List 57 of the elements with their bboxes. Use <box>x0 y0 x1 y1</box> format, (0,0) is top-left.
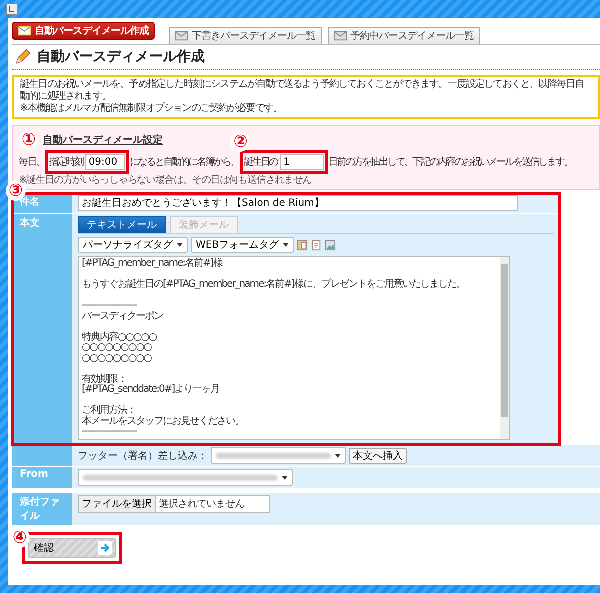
text-line: バースディクーポン <box>82 312 164 322</box>
annotation-number: ① <box>19 130 39 150</box>
row-label: From <box>12 467 72 488</box>
file-button[interactable]: ファイルを選択 <box>79 496 156 512</box>
envelope-icon <box>175 31 188 41</box>
text-line: ○○○○○○○○○ <box>82 354 153 364</box>
page-title: 自動バースディメール作成 <box>37 48 205 66</box>
app-icon <box>6 3 18 15</box>
file-status: 選択されていません <box>158 498 244 511</box>
pencil-icon <box>14 48 32 66</box>
days-field[interactable]: 1 <box>280 154 324 170</box>
text-line: [#PTAG_senddate:0#]より一ヶ月 <box>82 385 221 396</box>
label-text: 誕生日の <box>244 156 278 169</box>
envelope-icon <box>334 31 346 41</box>
text-line: 本メールをスタッフにお見せください。 <box>82 416 245 427</box>
row-label: 添付ファイル <box>12 493 72 525</box>
document-icon[interactable] <box>311 240 322 250</box>
time-field[interactable]: 09:00 <box>84 154 125 170</box>
sender-dropdown[interactable] <box>78 469 293 486</box>
signature-dropdown[interactable] <box>211 447 346 464</box>
editor-tab[interactable]: テキストメール <box>78 216 166 233</box>
caret-icon <box>335 454 341 458</box>
tab[interactable]: 予約中バースデイメール一覧 <box>328 27 480 44</box>
text-line: [#PTAG_member_name:名前#]様 <box>82 259 224 270</box>
copy-icon[interactable] <box>297 240 308 250</box>
image-icon[interactable] <box>325 240 336 250</box>
text-line: --------------------- <box>82 427 138 438</box>
notice-text: ※本機能はメルマガ配信無制限オプションのご契約が必要です。 <box>20 103 284 115</box>
label-text: 日前の方を抽出して、下記の内容のお祝いメールを送信します。 <box>328 156 572 169</box>
section-heading: 自動バースディメール設定 <box>43 133 163 147</box>
tab[interactable]: 自動バースデイメール作成 <box>12 22 155 40</box>
label-text: になると自動的に名簿から、 <box>130 156 240 169</box>
caret-icon <box>283 243 290 247</box>
text-line: ○○○○○○○○○ <box>82 343 153 354</box>
envelope-icon <box>18 26 31 36</box>
insert-button[interactable]: 本文へ挿入 <box>349 448 407 464</box>
text-line: 有効期限： <box>82 374 127 384</box>
notice-text: 誕生日のお祝いメールを、予め指定した時刻にシステムが自動で送るよう予約しておくことができます。一度設定しておくと、以降毎日自動的に処理されます。 <box>20 79 586 102</box>
tab[interactable]: 下書きバースデイメール一覧 <box>169 27 322 44</box>
tag-dropdown[interactable]: WEBフォームタグ <box>191 237 294 253</box>
scrollbar[interactable] <box>500 257 509 439</box>
text-line: --------------------- <box>82 301 138 312</box>
label-text: フッター（署名）差し込み： <box>78 450 208 462</box>
annotation-number: ② <box>230 132 250 152</box>
text-line: ご利用方法： <box>82 406 137 416</box>
subject-field[interactable]: お誕生日おめでとうございます！【Salon de Rium】 <box>78 195 518 211</box>
label-text: 指定時刻 <box>49 156 83 169</box>
tag-dropdown[interactable]: パーソナライズタグ <box>78 237 188 253</box>
confirm-button[interactable]: 確認 <box>28 538 116 558</box>
row-label: 本文 <box>12 214 72 444</box>
arrow-right-icon <box>98 541 112 555</box>
text-line: もうすぐお誕生日の[#PTAG_member_name:名前#]様に、プレゼントをご用意いたしました。 <box>82 280 466 290</box>
body-textarea[interactable] <box>78 256 510 440</box>
caret-icon <box>282 476 288 480</box>
text-line: 特典内容○○○○○ <box>82 332 158 343</box>
label-text: 毎日、 <box>19 156 44 169</box>
caret-icon <box>177 243 183 247</box>
